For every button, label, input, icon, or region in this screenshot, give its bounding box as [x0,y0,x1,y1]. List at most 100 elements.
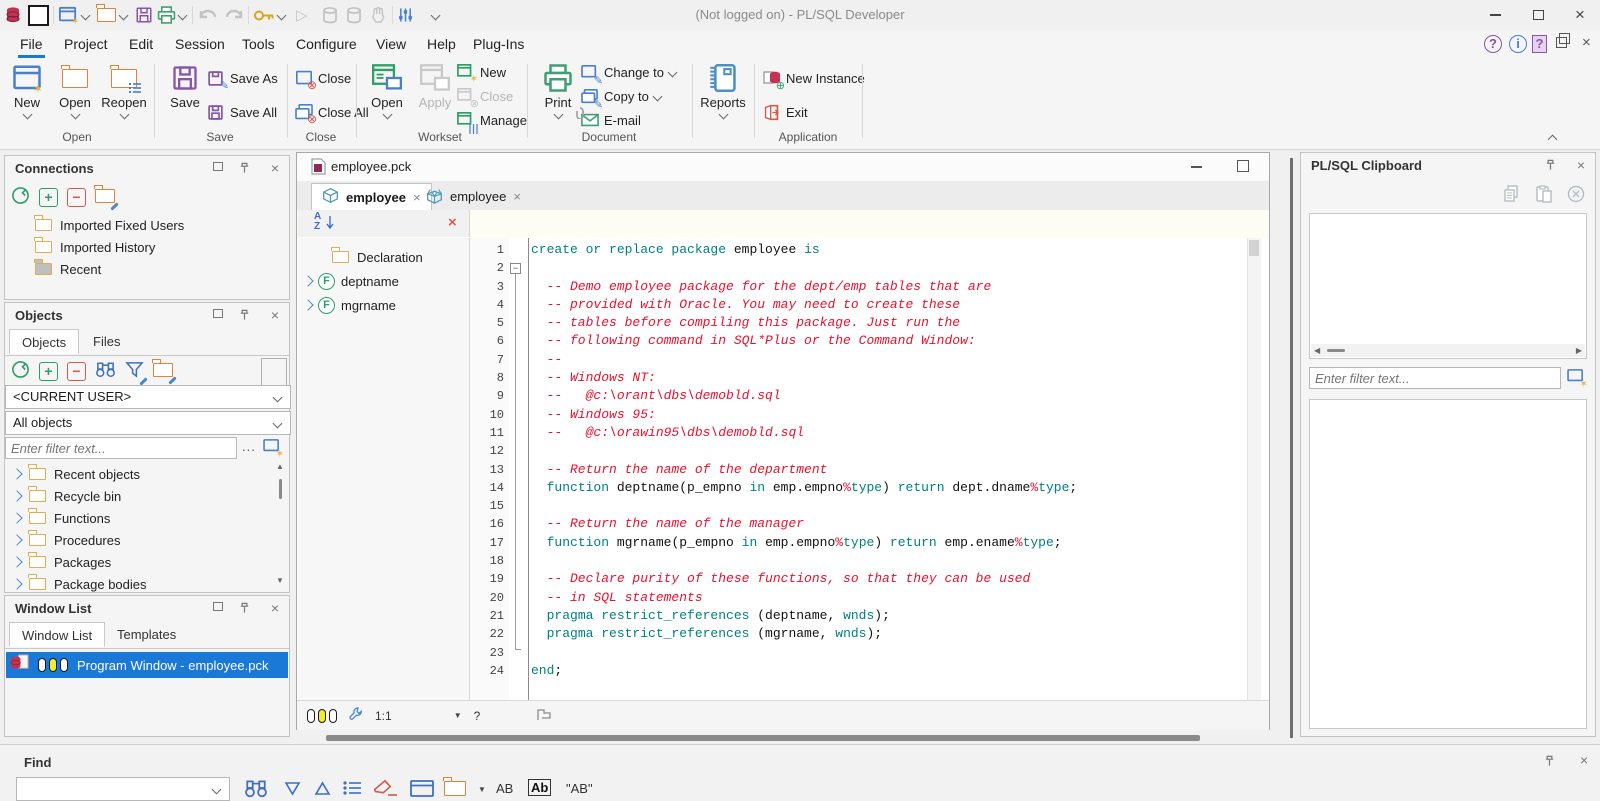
clipboard-list[interactable]: ◀ ▶ [1309,213,1587,359]
ribbon-copy-to-button[interactable]: ✎ Copy to [580,86,661,106]
objects-filter-input[interactable] [5,437,237,459]
code-line[interactable]: -- tables before compiling this package.… [531,314,1245,332]
menu-tools[interactable]: Tools [242,36,275,52]
objects-tree-recycle-bin[interactable]: Recycle bin [13,485,121,507]
find-window-scope-icon[interactable] [410,780,434,800]
ribbon-reports-button[interactable]: Reports [698,62,748,128]
connections-configure-folder-icon[interactable] [95,189,115,206]
objects-tree-packages[interactable]: Packages [13,551,111,573]
objects-new-filter-icon[interactable]: ✶ [263,439,281,457]
tree-item-deptname[interactable]: Fdeptname [304,270,399,292]
ribbon-open-button[interactable]: Open [50,62,100,128]
tree-item-declaration[interactable]: Declaration [332,246,423,268]
info-icon[interactable]: i [1509,35,1527,53]
objects-color-swatch[interactable] [261,358,287,386]
close-button[interactable]: × [1572,4,1588,26]
objects-filter-dropdown[interactable]: All objects [5,411,291,435]
code-line[interactable]: create or replace package employee is [531,241,1245,259]
menu-help[interactable]: Help [427,36,456,52]
connections-add-icon[interactable]: + [39,188,58,207]
find-folder-scope-icon[interactable] [444,781,466,799]
objects-refresh-icon[interactable] [11,360,30,382]
find-scope-dropdown-arrow[interactable]: ▼ [478,785,486,794]
code-line[interactable]: -- Windows NT: [531,369,1245,387]
objects-schema-dropdown[interactable]: <CURRENT USER> [5,385,291,409]
code-line[interactable]: function deptname(p_empno in emp.empno%t… [531,479,1245,497]
objects-tree-functions[interactable]: Functions [13,507,110,529]
menu-edit[interactable]: Edit [129,36,153,52]
tab-close-icon[interactable]: × [513,189,521,204]
code-line[interactable]: -- in SQL statements [531,589,1245,607]
code-line[interactable]: -- Return the name of the manager [531,515,1245,533]
editor-minimize-icon[interactable] [1191,166,1202,168]
objects-filter-icon[interactable] [125,361,144,381]
menu-view[interactable]: View [376,36,406,52]
sort-az-icon[interactable]: AZ [314,212,321,232]
fold-collapse-box[interactable]: − [510,263,521,274]
ribbon-new-button[interactable]: ✶ New [2,62,52,128]
find-search-combobox[interactable] [16,777,230,801]
window-list-pin-icon[interactable] [238,602,251,615]
ribbon-workset-open-button[interactable]: Open [362,62,412,128]
status-dropdown-arrow[interactable]: ▼ [454,711,462,720]
objects-tree-scrollbar[interactable]: ▲ ▼ [273,461,287,591]
window-list-maximize-icon[interactable] [213,602,223,611]
code-line[interactable] [531,442,1245,460]
scroll-thumb[interactable] [1249,240,1259,256]
objects-folder-config-icon[interactable] [153,363,173,380]
connections-maximize-icon[interactable] [213,162,223,171]
ribbon-collapse-chevron[interactable] [1548,135,1558,145]
find-close-icon[interactable]: × [1580,754,1588,767]
find-match-case-toggle[interactable]: Ab [528,779,551,796]
code-line[interactable]: -- Demo employee package for the dept/em… [531,278,1245,296]
scroll-left-arrow[interactable]: ◀ [1314,347,1320,355]
menubar-close-icon[interactable]: × [1582,34,1591,51]
objects-more-button[interactable]: ... [242,439,256,454]
ribbon-save-all-button[interactable]: Save All [206,102,277,122]
clipboard-close-icon[interactable]: × [1577,159,1585,172]
help-question-icon[interactable]: ? [1484,35,1502,53]
tree-item-mgrname[interactable]: Fmgrname [304,294,396,316]
menu-plugins[interactable]: Plug-Ins [473,36,524,52]
objects-maximize-icon[interactable] [213,309,223,318]
connections-close-icon[interactable]: × [271,162,279,175]
connections-item-recent[interactable]: Recent [35,258,101,280]
window-list-tab-window-list[interactable]: Window List [9,622,105,647]
ribbon-close-button[interactable]: ⊗ Close [294,68,351,88]
menu-project[interactable]: Project [64,36,108,52]
clipboard-splitter[interactable] [1290,158,1293,738]
ribbon-email-button[interactable]: E-mail [580,110,641,130]
objects-add-icon[interactable]: + [39,362,58,381]
ribbon-exit-button[interactable]: Exit [762,102,808,122]
objects-close-icon[interactable]: × [271,309,279,322]
ribbon-close-all-button[interactable]: ⊗ Close All [294,102,369,122]
ribbon-workset-new-button[interactable]: ✶ New [456,62,506,82]
ribbon-new-instance-button[interactable]: ⊕ New Instance [762,68,865,88]
window-list-tab-templates[interactable]: Templates [105,622,188,647]
menu-session[interactable]: Session [175,36,225,52]
code-line[interactable]: -- provided with Oracle. You may need to… [531,296,1245,314]
editor-maximize-icon[interactable] [1237,160,1249,172]
code-line[interactable]: end; [531,662,1245,680]
connections-remove-icon[interactable]: − [67,188,86,207]
scroll-down-arrow[interactable]: ▼ [276,577,284,585]
clipboard-new-filter-icon[interactable]: ✶ [1567,369,1585,387]
code-line[interactable]: function mgrname(p_empno in emp.empno%ty… [531,534,1245,552]
scroll-right-arrow[interactable]: ▶ [1576,347,1582,355]
minimize-button[interactable] [1488,4,1502,26]
ribbon-change-to-button[interactable]: ✎ Change to [580,62,676,82]
code-line[interactable] [531,552,1245,570]
ribbon-save-button[interactable]: Save [160,62,210,128]
code-line[interactable]: -- Windows 95: [531,406,1245,424]
editor-tab-body[interactable]: employee × [416,183,531,210]
workspace-hscrollbar[interactable] [326,735,1200,741]
connections-item-imported-fixed-users[interactable]: Imported Fixed Users [35,214,184,236]
editor-tab-spec[interactable]: employee × [311,183,432,210]
find-list-icon[interactable] [342,780,362,799]
find-eraser-icon[interactable] [374,779,398,800]
window-list-close-icon[interactable]: × [271,602,279,615]
clipboard-filter-input[interactable] [1309,367,1561,389]
code-line[interactable]: -- @c:\orawin95\dbs\demobld.sql [531,424,1245,442]
objects-tree-recent-objects[interactable]: Recent objects [13,463,140,485]
ribbon-workset-manage-button[interactable]: Manage [456,110,527,130]
